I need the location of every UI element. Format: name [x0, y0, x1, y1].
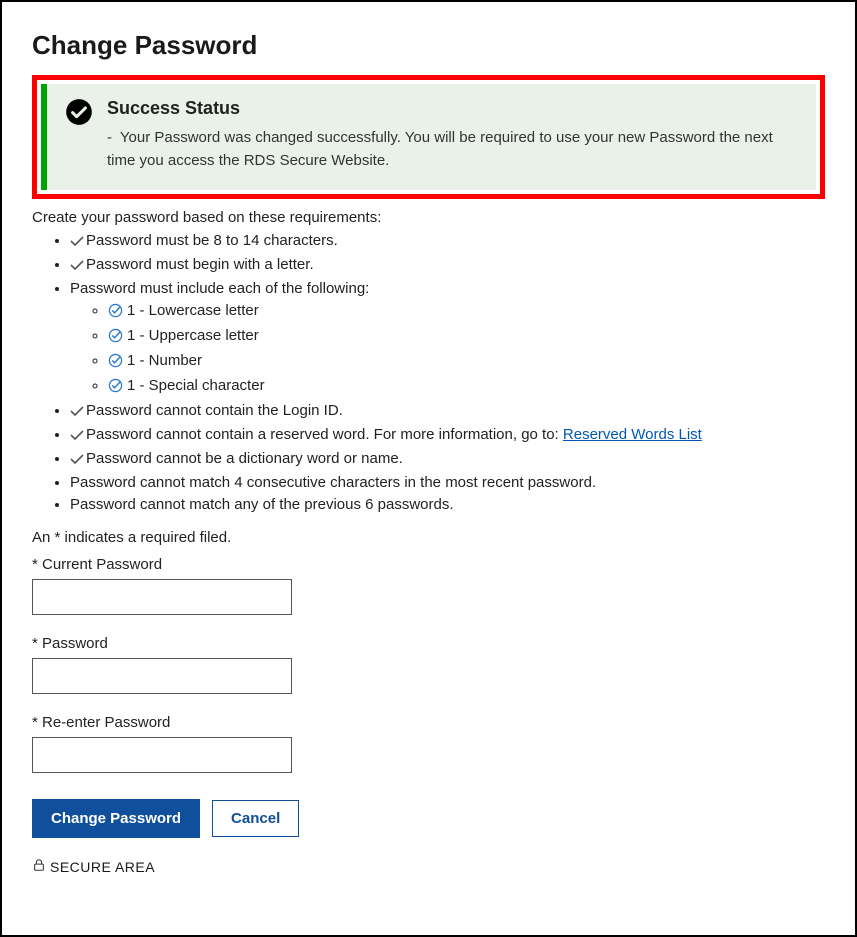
list-item: Password must include each of the follow… [70, 280, 825, 397]
check-icon [70, 452, 84, 469]
change-password-panel: Change Password Success Status - Your Pa… [0, 0, 857, 937]
requirements-intro: Create your password based on these requ… [32, 209, 825, 226]
circle-check-icon [108, 355, 123, 372]
list-item: Password must begin with a letter. [70, 256, 825, 275]
list-item: 1 - Number [108, 352, 825, 372]
circle-check-icon [108, 330, 123, 347]
success-alert: Success Status - Your Password was chang… [41, 84, 816, 190]
required-note: An * indicates a required filed. [32, 529, 825, 546]
list-item: Password cannot match 4 consecutive char… [70, 474, 825, 491]
list-item: Password cannot contain the Login ID. [70, 402, 825, 421]
password-label: * Password [32, 635, 825, 652]
requirements-list: Password must be 8 to 14 characters. Pas… [32, 232, 825, 513]
list-item: 1 - Special character [108, 377, 825, 397]
cancel-button[interactable]: Cancel [212, 800, 299, 837]
list-item: Password must be 8 to 14 characters. [70, 232, 825, 251]
highlight-annotation: Success Status - Your Password was chang… [32, 75, 825, 199]
list-item: Password cannot be a dictionary word or … [70, 450, 825, 469]
list-item: 1 - Lowercase letter [108, 302, 825, 322]
current-password-input[interactable] [32, 579, 292, 615]
current-password-label: * Current Password [32, 556, 825, 573]
secure-area-label: SECURE AREA [32, 858, 825, 875]
reserved-words-link[interactable]: Reserved Words List [563, 426, 702, 443]
circle-check-icon [108, 305, 123, 322]
alert-message: - Your Password was changed successfully… [107, 127, 798, 172]
check-icon [70, 258, 84, 275]
check-icon [70, 234, 84, 251]
list-item: Password cannot contain a reserved word.… [70, 426, 825, 445]
lock-icon [32, 858, 46, 875]
alert-heading: Success Status [107, 98, 798, 119]
check-icon [70, 428, 84, 445]
password-input[interactable] [32, 658, 292, 694]
reenter-password-label: * Re-enter Password [32, 714, 825, 731]
list-item: Password cannot match any of the previou… [70, 496, 825, 513]
list-item: 1 - Uppercase letter [108, 327, 825, 347]
circle-check-icon [108, 380, 123, 397]
change-password-button[interactable]: Change Password [32, 799, 200, 838]
reenter-password-input[interactable] [32, 737, 292, 773]
page-title: Change Password [32, 30, 825, 61]
check-circle-icon [65, 98, 93, 130]
check-icon [70, 404, 84, 421]
